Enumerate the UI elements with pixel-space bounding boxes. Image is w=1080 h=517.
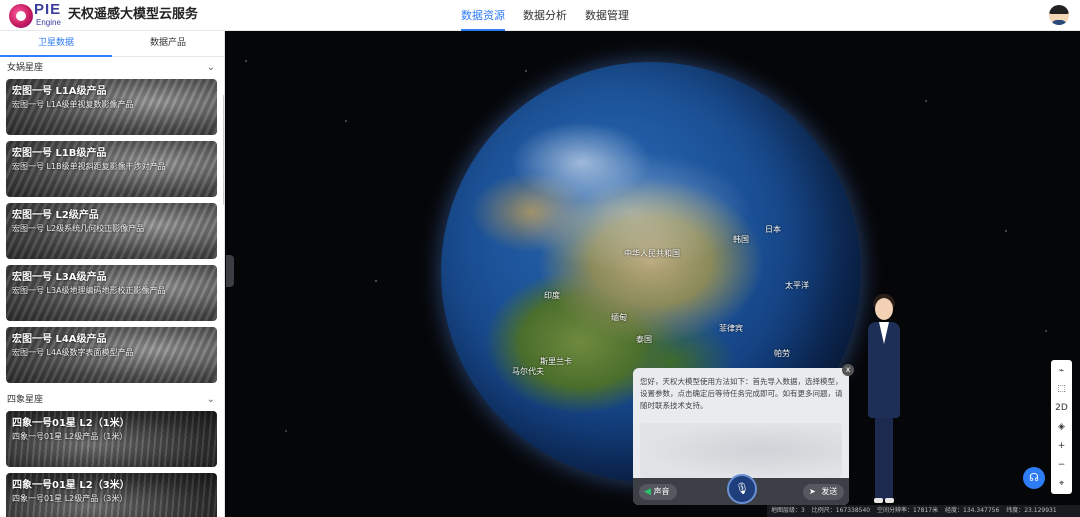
section-title: 女娲星座 — [7, 63, 44, 73]
zoom-out-icon[interactable]: − — [1051, 456, 1072, 474]
map-label: 菲律宾 — [719, 324, 743, 333]
tab-data-products[interactable]: 数据产品 — [112, 31, 224, 56]
sidebar-scrollbar[interactable] — [223, 95, 224, 205]
product-card[interactable]: 四象一号01星 L2（1米） 四象一号01星 L2级产品（1米） — [6, 411, 217, 467]
assistant-message: 您好，天权大模型使用方法如下：首先导入数据，选择模型，设置参数，点击确定后等待任… — [640, 377, 843, 410]
left-sidebar: 卫星数据 数据产品 女娲星座 ⌄ 宏图一号 L1A级产品 宏图一号 L1A级单视… — [0, 31, 225, 517]
product-card[interactable]: 四象一号01星 L2（3米） 四象一号01星 L2级产品（3米） — [6, 473, 217, 517]
user-avatar[interactable] — [1049, 5, 1069, 25]
card-title: 四象一号01星 L2（1米） — [12, 418, 130, 429]
card-description: 宏图一号 L1B级单视斜距复影像干涉对产品 — [12, 162, 166, 171]
headset-support-icon[interactable]: ☊ — [1023, 467, 1045, 489]
brand-name: PIE — [34, 1, 62, 18]
card-title: 宏图一号 L1A级产品 — [12, 86, 107, 97]
pie-engine-logo-icon — [9, 4, 33, 28]
card-description: 宏图一号 L4A级数字表面模型产品 — [12, 348, 134, 357]
nav-data-management[interactable]: 数据管理 — [585, 0, 629, 31]
sidebar-tabs: 卫星数据 数据产品 — [0, 31, 224, 57]
map-label: 太平洋 — [785, 281, 809, 290]
card-description: 四象一号01星 L2级产品（3米） — [12, 494, 128, 503]
section-header-sixiang[interactable]: 四象星座 ⌄ — [0, 389, 224, 411]
card-description: 四象一号01星 L2级产品（1米） — [12, 432, 128, 441]
zoom-level-readout: 地图层级：3 — [771, 507, 805, 514]
brand-subtitle: Engine — [36, 18, 61, 27]
speaker-icon: ◀ — [644, 487, 651, 497]
card-title: 宏图一号 L3A级产品 — [12, 272, 107, 283]
sidebar-collapse-handle[interactable] — [226, 255, 234, 287]
tab-satellite-data[interactable]: 卫星数据 — [0, 31, 112, 57]
card-description: 宏图一号 L2级系统几何校正影像产品 — [12, 224, 145, 233]
chat-close-button[interactable]: x — [842, 364, 854, 376]
longitude-readout: 经度：134.347756 — [945, 507, 1000, 514]
map-label: 帕劳 — [774, 349, 790, 358]
send-button-label: 发送 — [821, 487, 838, 496]
card-title: 四象一号01星 L2（3米） — [12, 480, 130, 491]
nav-data-resources[interactable]: 数据资源 — [461, 0, 505, 31]
layers-icon[interactable]: ◈ — [1051, 418, 1072, 436]
nav-data-analysis[interactable]: 数据分析 — [523, 0, 567, 31]
scale-readout: 比例尺：167338540 — [811, 507, 871, 514]
locate-icon[interactable]: ⌖ — [1051, 475, 1072, 493]
card-title: 宏图一号 L4A级产品 — [12, 334, 107, 345]
card-description: 宏图一号 L3A级地理编码地形校正影像产品 — [12, 286, 166, 295]
chevron-down-icon: ⌄ — [206, 394, 215, 405]
microphone-icon[interactable]: 🎙 — [727, 474, 757, 504]
product-card[interactable]: 宏图一号 L1A级产品 宏图一号 L1A级单视复数影像产品 — [6, 79, 217, 135]
chat-input-area[interactable] — [640, 423, 842, 478]
map-toolbar: ⌁ ⬚ 2D ◈ + − ⌖ — [1051, 360, 1072, 494]
area-measure-icon[interactable]: ⬚ — [1051, 380, 1072, 398]
card-title: 宏图一号 L1B级产品 — [12, 148, 107, 159]
voice-button-label: 声音 — [653, 487, 670, 496]
card-description: 宏图一号 L1A级单视复数影像产品 — [12, 100, 134, 109]
map-label: 马尔代夫 — [512, 367, 544, 376]
card-title: 宏图一号 L2级产品 — [12, 210, 99, 221]
product-card[interactable]: 宏图一号 L2级产品 宏图一号 L2级系统几何校正影像产品 — [6, 203, 217, 259]
send-icon: ➤ — [809, 487, 816, 496]
ruler-icon[interactable]: ⌁ — [1051, 362, 1072, 380]
map-label: 缅甸 — [611, 313, 627, 322]
resolution-readout: 空间分辨率：17817米 — [877, 507, 939, 514]
send-button[interactable]: ➤ 发送 — [803, 484, 844, 500]
main-nav: 数据资源 数据分析 数据管理 — [461, 0, 647, 31]
map-label: 泰国 — [636, 335, 652, 344]
product-card[interactable]: 宏图一号 L3A级产品 宏图一号 L3A级地理编码地形校正影像产品 — [6, 265, 217, 321]
map-label: 印度 — [544, 291, 560, 300]
map-label: 韩国 — [733, 235, 749, 244]
latitude-readout: 纬度：23.129931 — [1006, 507, 1057, 514]
virtual-assistant-avatar — [855, 292, 915, 510]
chevron-down-icon: ⌄ — [206, 62, 215, 73]
voice-button[interactable]: ◀ 声音 — [639, 484, 677, 500]
section-header-nvwa[interactable]: 女娲星座 ⌄ — [0, 57, 224, 79]
section-title: 四象星座 — [7, 395, 44, 405]
app-title: 天权遥感大模型云服务 — [68, 7, 199, 22]
map-status-bar: 地图层级：3 比例尺：167338540 空间分辨率：17817米 经度：134… — [767, 505, 1080, 517]
map-label: 中华人民共和国 — [624, 249, 680, 258]
map-label: 日本 — [765, 225, 781, 234]
zoom-in-icon[interactable]: + — [1051, 437, 1072, 455]
map-label: 斯里兰卡 — [540, 357, 572, 366]
product-card[interactable]: 宏图一号 L4A级产品 宏图一号 L4A级数字表面模型产品 — [6, 327, 217, 383]
product-card[interactable]: 宏图一号 L1B级产品 宏图一号 L1B级单视斜距复影像干涉对产品 — [6, 141, 217, 197]
view-2d-toggle[interactable]: 2D — [1051, 399, 1072, 417]
top-header: PIE Engine 天权遥感大模型云服务 数据资源 数据分析 数据管理 — [0, 0, 1080, 31]
